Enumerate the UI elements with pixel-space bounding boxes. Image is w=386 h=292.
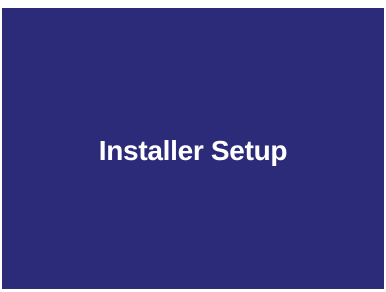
window-frame: Installer Setup	[0, 0, 386, 292]
splash-screen: Installer Setup	[2, 8, 384, 289]
splash-title: Installer Setup	[98, 134, 288, 166]
